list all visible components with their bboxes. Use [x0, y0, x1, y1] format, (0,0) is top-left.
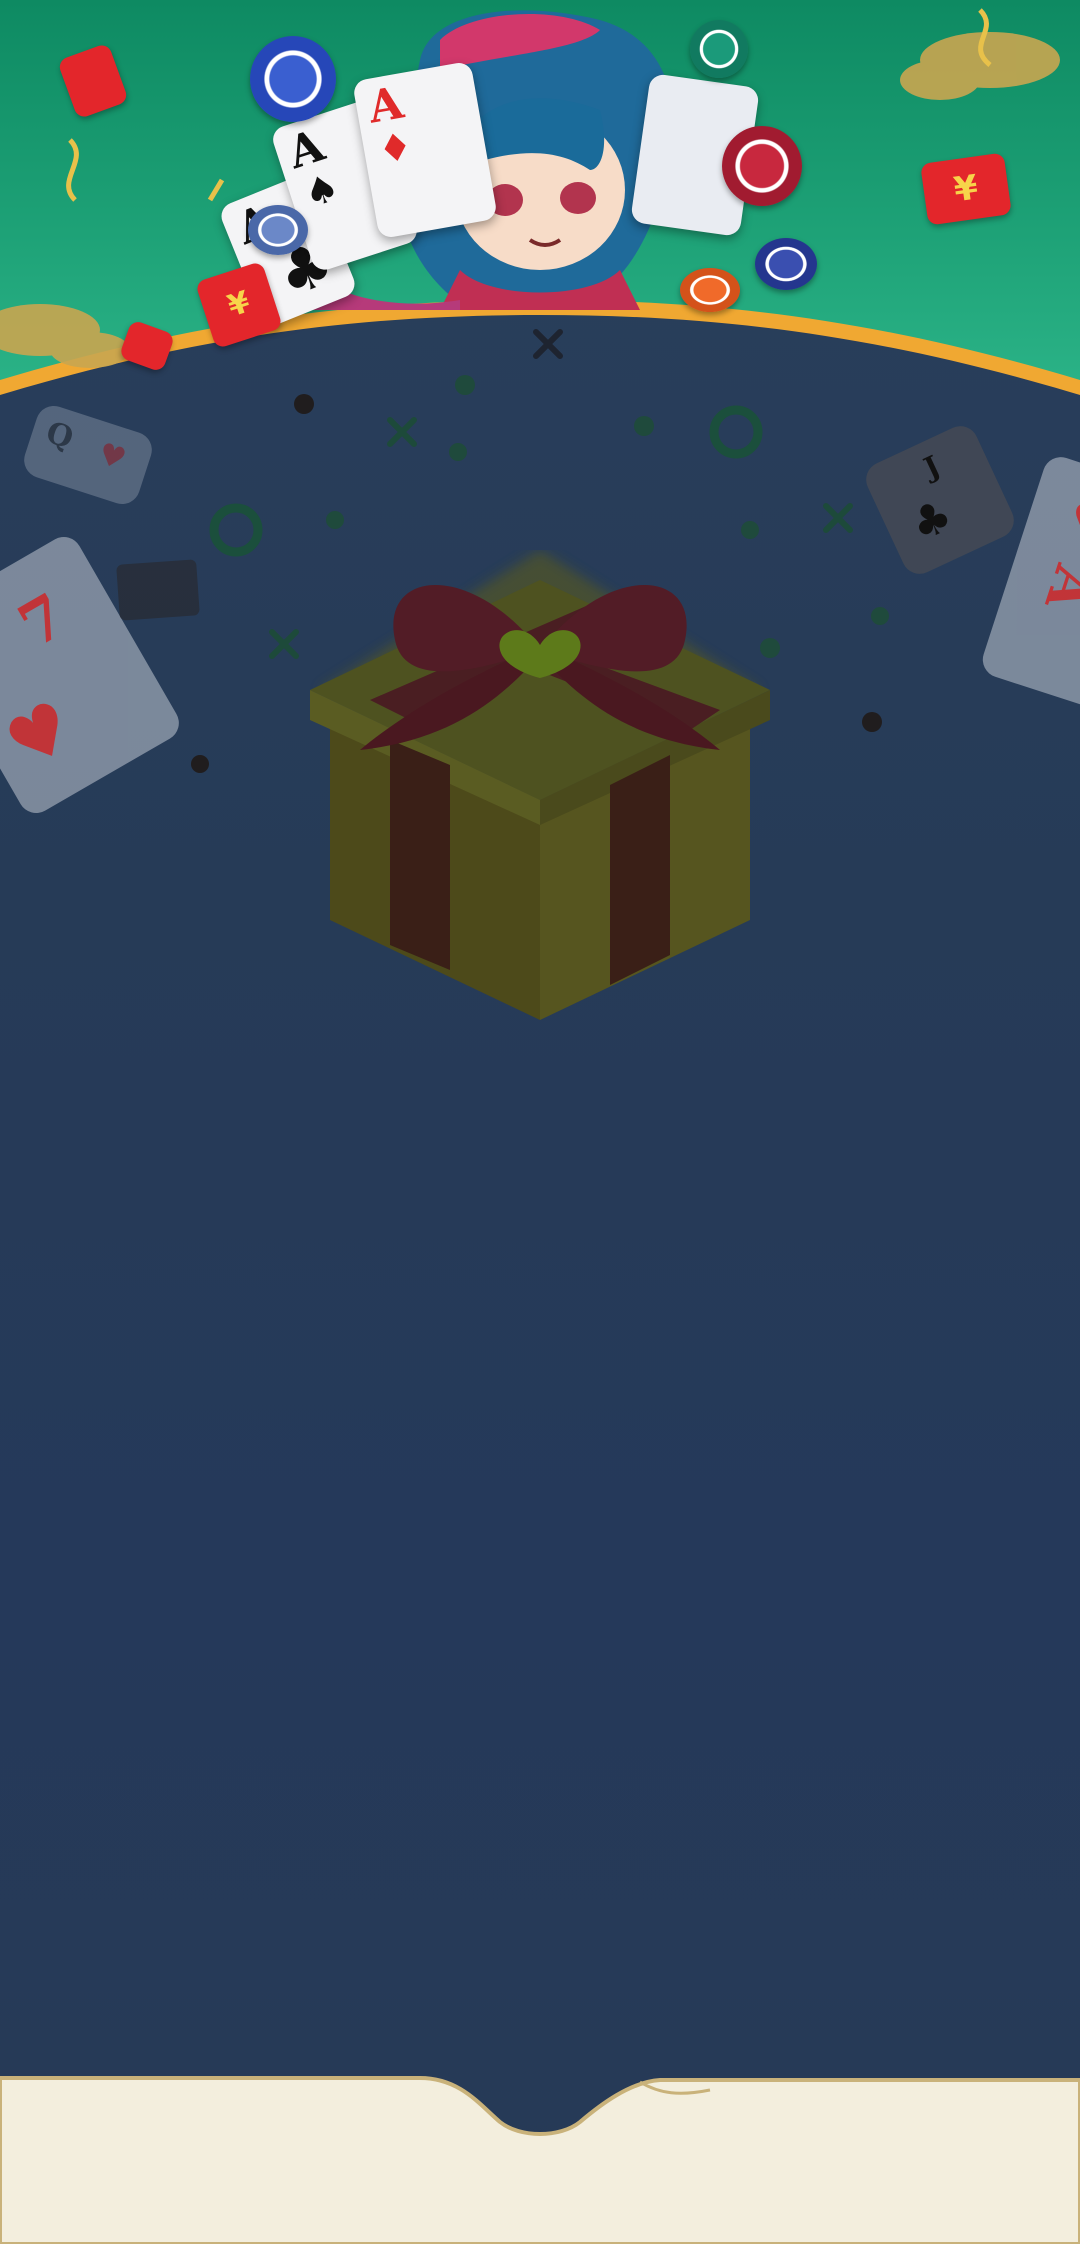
- gift-box-icon: [310, 550, 770, 1020]
- card-suit: ♠: [298, 163, 345, 217]
- chip-silver: [248, 205, 308, 255]
- red-packet-symbol: ¥: [223, 284, 255, 325]
- red-packet-symbol: ¥: [951, 167, 981, 211]
- chip-green: [690, 20, 748, 78]
- bottom-panel: [0, 2076, 1080, 2244]
- chip-navy: [755, 238, 817, 290]
- chip-blue: [250, 36, 336, 122]
- card-suit: ♦: [374, 122, 416, 173]
- chip-orange: [680, 268, 740, 312]
- red-packet-right: ¥: [920, 152, 1012, 226]
- header-banner: A ♣ A ♠ A ♦ ¥ ¥: [0, 0, 1080, 400]
- chip-red: [722, 126, 802, 206]
- game-screen: Q ♥ 7 ♥ J ♣ A ♥ ♣ A ♠ A ♦ ¥ ¥: [0, 0, 1080, 2244]
